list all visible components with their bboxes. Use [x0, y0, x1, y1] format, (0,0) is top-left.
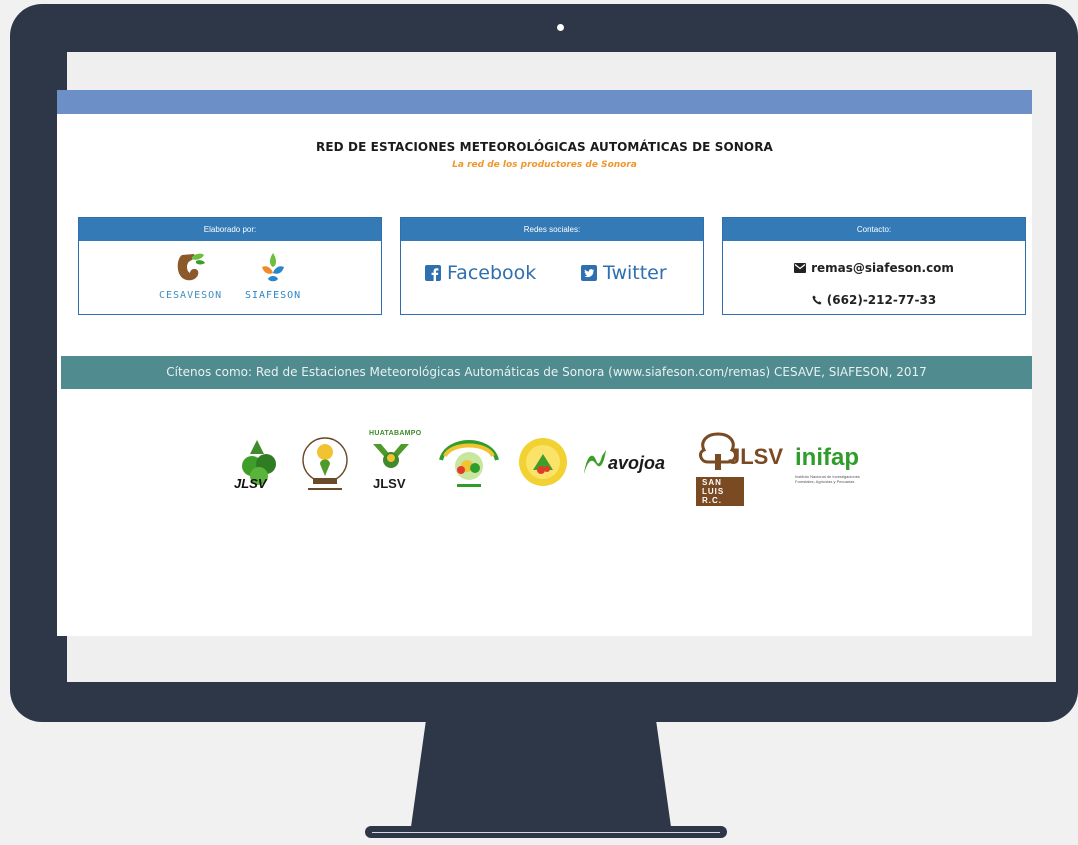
navojoa-label: avojoa	[608, 453, 666, 473]
elaborado-panel-body: CESAVESON SIAFESON	[79, 241, 381, 314]
comite-hortalizas-icon	[519, 438, 567, 486]
contacto-panel: Contacto: remas@siafeson.com (662)-212-7…	[722, 217, 1026, 315]
inifap-sub: Instituto Nacional de Investigaciones Fo…	[795, 474, 860, 484]
comite-hortalizas-logo[interactable]	[517, 436, 569, 493]
citation-bar: Cítenos como: Red de Estaciones Meteorol…	[61, 356, 1032, 389]
comite-sanidad-logo[interactable]	[437, 430, 501, 499]
redes-panel-body: Facebook Twitter	[401, 241, 703, 314]
web-page: RED DE ESTACIONES METEOROLÓGICAS AUTOMÁT…	[51, 90, 1032, 636]
jlsv-hermosillo-logo[interactable]	[298, 430, 352, 501]
contacto-panel-body: remas@siafeson.com (662)-212-77-33	[723, 241, 1025, 314]
contact-phone-text: (662)-212-77-33	[826, 293, 937, 307]
cesaveson-logo[interactable]: CESAVESON	[159, 251, 222, 301]
camera-icon	[557, 24, 564, 31]
contact-phone[interactable]: (662)-212-77-33	[723, 293, 1025, 307]
facebook-link[interactable]: Facebook	[425, 262, 536, 284]
envelope-icon	[794, 263, 807, 273]
jlsv-label-1: JLSV	[234, 476, 267, 491]
contact-email[interactable]: remas@siafeson.com	[723, 261, 1025, 275]
cesaveson-icon	[177, 253, 205, 281]
elaborado-panel: Elaborado por: CESAVESON SIAFESON	[78, 217, 382, 315]
jlsv-san-luis-logo[interactable]: JLSV SAN LUIS R.C.	[692, 430, 783, 506]
navojoa-icon	[584, 450, 606, 474]
contact-email-text: remas@siafeson.com	[811, 261, 954, 275]
phone-icon	[812, 295, 822, 305]
twitter-icon	[581, 265, 597, 281]
jlsv-san-luis-sub: SAN LUIS R.C.	[696, 477, 744, 506]
elaborado-panel-heading: Elaborado por:	[79, 218, 381, 241]
huatabampo-label: HUATABAMPO	[369, 430, 422, 437]
navojoa-logo[interactable]: avojoa	[582, 448, 665, 481]
jlsv-trees-logo[interactable]: JLSV	[232, 438, 282, 501]
siafeson-label: SIAFESON	[245, 290, 302, 301]
monitor-stand	[410, 722, 672, 834]
redes-panel-heading: Redes sociales:	[401, 218, 703, 241]
facebook-label: Facebook	[447, 262, 537, 284]
monitor-base-highlight	[372, 832, 720, 833]
twitter-label: Twitter	[603, 262, 667, 284]
inifap-label: inifap	[795, 444, 859, 471]
jlsv-hermosillo-icon	[302, 437, 348, 490]
redes-panel: Redes sociales: Facebook Twitter	[400, 217, 704, 315]
page-title: RED DE ESTACIONES METEOROLÓGICAS AUTOMÁT…	[316, 140, 773, 154]
contacto-panel-heading: Contacto:	[723, 218, 1025, 241]
huatabampo-sub: JLSV	[373, 476, 406, 491]
siafeson-icon	[262, 253, 285, 282]
jlsv-san-luis-label: JLSV	[728, 444, 784, 469]
page-subtitle: La red de los productores de Sonora	[452, 160, 637, 170]
facebook-icon	[425, 265, 441, 281]
twitter-link[interactable]: Twitter	[581, 262, 667, 284]
comite-sanidad-icon	[439, 440, 499, 487]
top-bar	[57, 90, 1032, 114]
partner-logos: JLSV HUATABAMPO JLSV avojoa JLSV SAN LUI…	[232, 430, 882, 506]
siafeson-logo[interactable]: SIAFESON	[245, 251, 301, 301]
cesaveson-label: CESAVESON	[159, 290, 223, 301]
